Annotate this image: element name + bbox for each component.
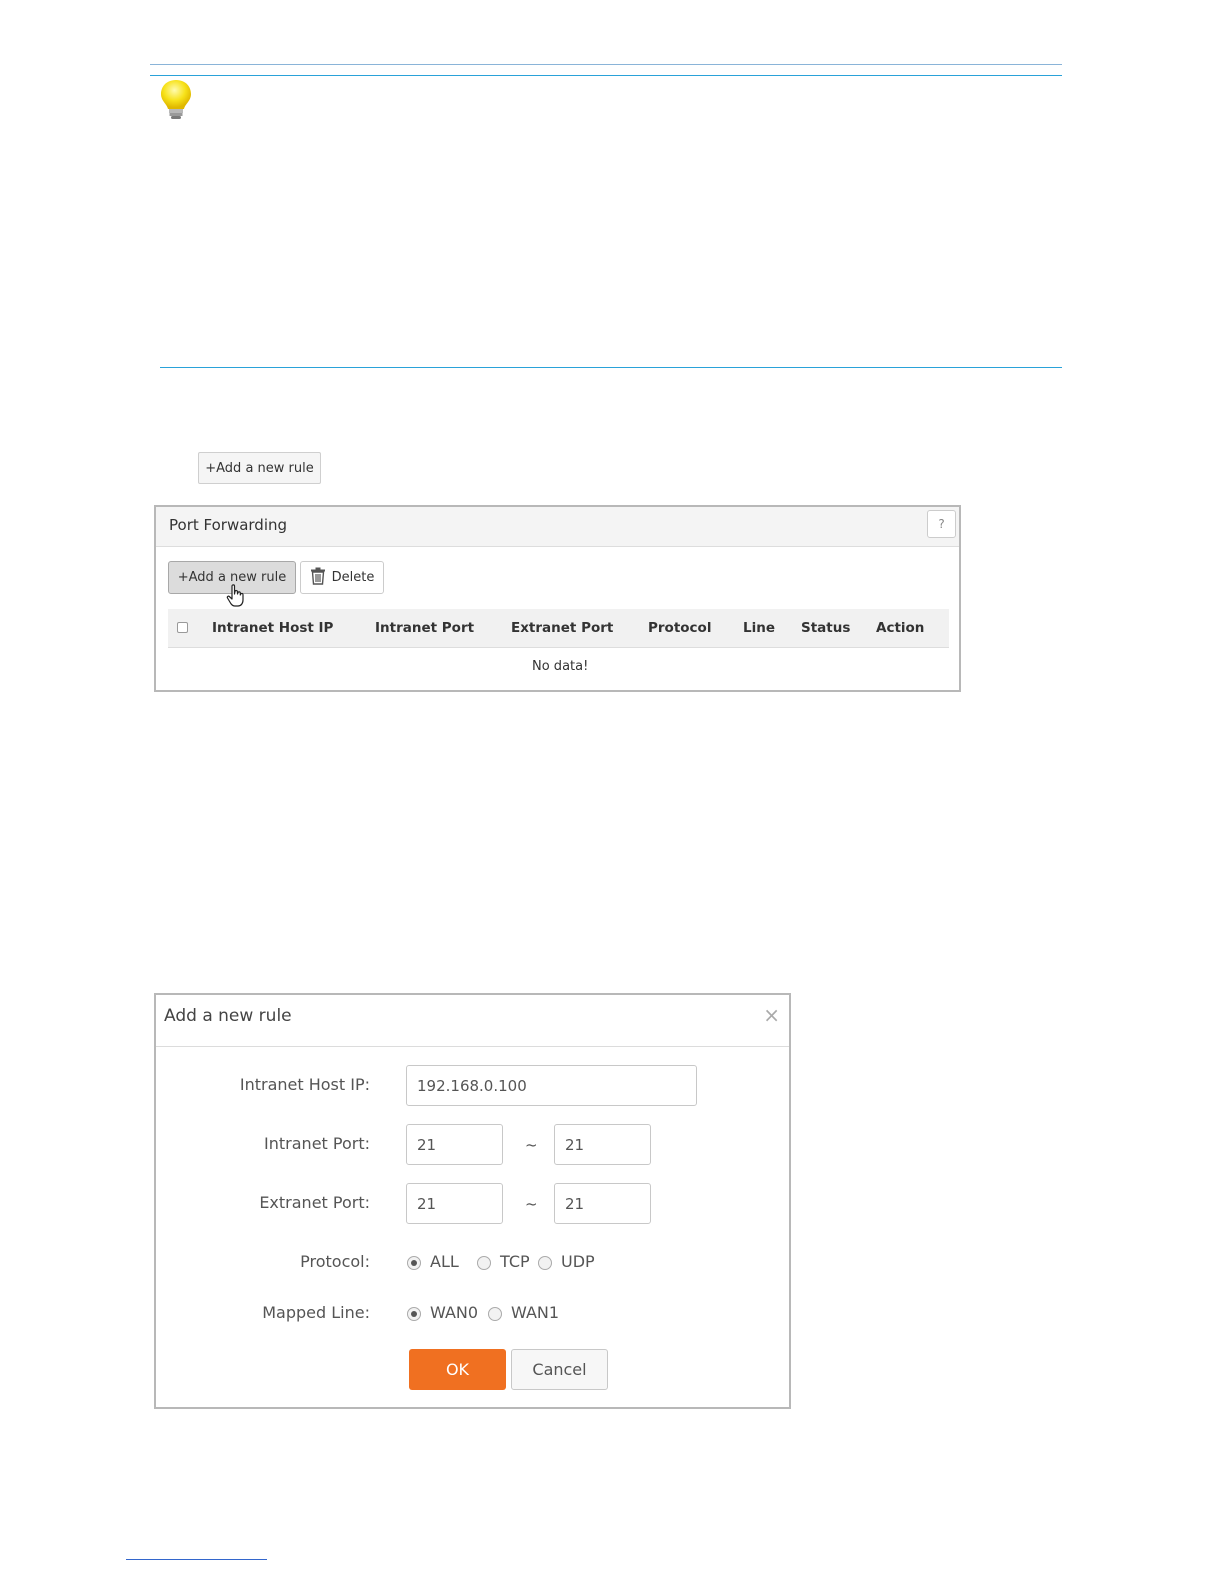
host-ip-input[interactable] <box>406 1065 697 1106</box>
note-top-accent-rule <box>150 75 1062 76</box>
extranet-port-to-input[interactable] <box>554 1183 651 1224</box>
hand-pointer-icon <box>226 584 246 608</box>
column-status[interactable]: Status <box>801 620 850 636</box>
note-top-rule <box>150 64 1062 65</box>
protocol-all-radio[interactable] <box>407 1256 421 1270</box>
protocol-all-label[interactable]: ALL <box>430 1252 459 1271</box>
add-rule-dialog: Add a new rule × Intranet Host IP: Intra… <box>154 993 791 1409</box>
panel-header: Port Forwarding ? <box>156 507 959 547</box>
line-wan0-radio[interactable] <box>407 1307 421 1321</box>
host-ip-label: Intranet Host IP: <box>239 1075 370 1094</box>
footnote-rule <box>126 1559 267 1560</box>
column-intranet-host-ip[interactable]: Intranet Host IP <box>212 620 333 636</box>
column-extranet-port[interactable]: Extranet Port <box>511 620 613 636</box>
extranet-port-label: Extranet Port: <box>259 1193 370 1212</box>
column-line[interactable]: Line <box>743 620 775 636</box>
range-separator: ~ <box>525 1195 538 1213</box>
trash-icon <box>310 567 326 589</box>
intranet-port-to-input[interactable] <box>554 1124 651 1165</box>
column-intranet-port[interactable]: Intranet Port <box>375 620 474 636</box>
protocol-udp-label[interactable]: UDP <box>561 1252 595 1271</box>
dialog-header: Add a new rule × <box>156 995 789 1047</box>
delete-label: Delete <box>331 570 375 585</box>
line-wan0-label[interactable]: WAN0 <box>430 1303 478 1322</box>
select-all-checkbox[interactable] <box>177 622 188 633</box>
ok-button[interactable]: OK <box>409 1349 506 1390</box>
protocol-udp-radio[interactable] <box>538 1256 552 1270</box>
port-forwarding-panel: Port Forwarding ? +Add a new rule Delete… <box>154 505 961 692</box>
mapped-line-label: Mapped Line: <box>262 1303 370 1322</box>
range-separator: ~ <box>525 1136 538 1154</box>
note-bottom-rule <box>160 367 1062 368</box>
intranet-port-from-input[interactable] <box>406 1124 503 1165</box>
column-protocol[interactable]: Protocol <box>648 620 711 636</box>
protocol-tcp-label[interactable]: TCP <box>500 1252 530 1271</box>
add-new-rule-button[interactable]: +Add a new rule <box>198 452 321 484</box>
protocol-label: Protocol: <box>300 1252 370 1271</box>
line-wan1-label[interactable]: WAN1 <box>511 1303 559 1322</box>
extranet-port-from-input[interactable] <box>406 1183 503 1224</box>
protocol-tcp-radio[interactable] <box>477 1256 491 1270</box>
help-button[interactable]: ? <box>927 510 956 538</box>
intranet-port-label: Intranet Port: <box>264 1134 370 1153</box>
table-header: Intranet Host IP Intranet Port Extranet … <box>168 609 949 648</box>
panel-title: Port Forwarding <box>169 516 288 534</box>
help-icon: ? <box>938 517 945 531</box>
line-wan1-radio[interactable] <box>488 1307 502 1321</box>
lightbulb-icon <box>158 78 198 122</box>
close-icon[interactable]: × <box>763 1003 780 1027</box>
cancel-button[interactable]: Cancel <box>511 1349 608 1390</box>
empty-table-message: No data! <box>532 659 589 674</box>
dialog-title: Add a new rule <box>164 1006 292 1026</box>
delete-button[interactable]: Delete <box>300 561 384 594</box>
column-action[interactable]: Action <box>876 620 924 636</box>
